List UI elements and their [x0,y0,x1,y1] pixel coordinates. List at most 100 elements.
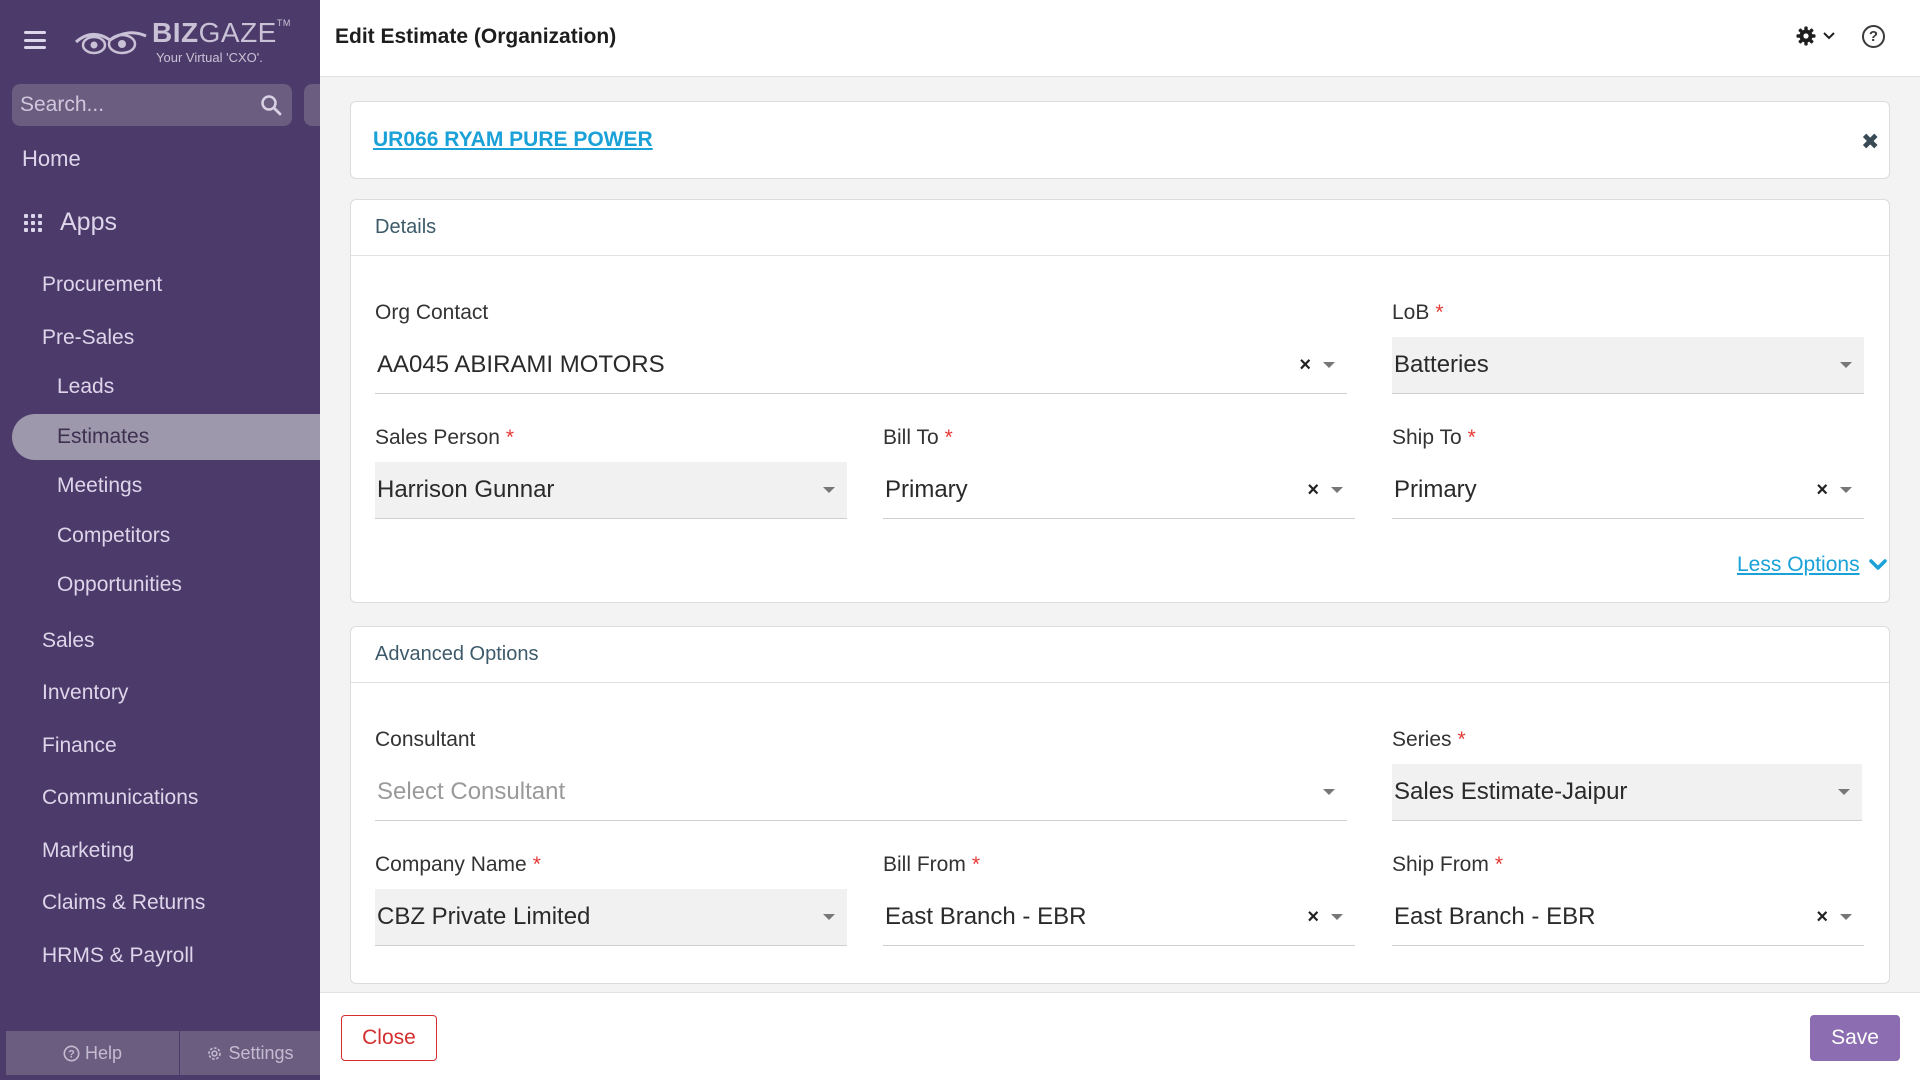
main-panel: Edit Estimate (Organization) ? UR066 RYA… [320,0,1920,1080]
chevron-down-icon [1823,32,1835,40]
sidebar-help-button[interactable]: ? Help [6,1031,180,1075]
caret-down-icon [1323,789,1335,795]
clear-icon[interactable]: × [1299,355,1311,375]
org-contact-select[interactable]: AA045 ABIRAMI MOTORS × [375,337,1347,394]
logo-text: BIZGAZETM Your Virtual 'CXO'. [152,16,291,65]
hamburger-menu-icon[interactable] [24,31,46,49]
sidebar-item-competitors[interactable]: Competitors [57,524,170,548]
sidebar-item-hrms-payroll[interactable]: HRMS & Payroll [42,944,194,968]
ship-from-value: East Branch - EBR [1394,903,1596,930]
sidebar-item-opportunities[interactable]: Opportunities [57,573,182,597]
help-icon[interactable]: ? [1862,25,1885,48]
caret-down-icon [1323,362,1335,368]
required-marker: * [1435,301,1444,324]
bill-from-label: Bill From * [883,853,981,876]
required-marker: * [944,426,953,449]
clear-icon[interactable]: × [1307,907,1319,927]
search-side-button[interactable] [304,84,320,126]
sidebar-item-leads[interactable]: Leads [57,375,114,399]
less-options-label: Less Options [1737,553,1860,576]
series-select[interactable]: Sales Estimate-Jaipur [1392,764,1862,821]
search-input[interactable]: Search... [20,93,260,117]
sidebar-item-estimates[interactable]: Estimates [12,414,320,460]
sidebar-search[interactable]: Search... [12,84,292,126]
sidebar-item-pre-sales[interactable]: Pre-Sales [42,326,134,350]
close-button[interactable]: Close [341,1015,437,1061]
help-circle-icon: ? [63,1045,80,1061]
required-marker: * [532,853,541,876]
bizgaze-logo[interactable]: BIZGAZETM Your Virtual 'CXO'. [72,16,291,66]
lob-select[interactable]: Batteries [1392,337,1864,394]
org-contact-value: AA045 ABIRAMI MOTORS [377,351,665,378]
company-name-value: CBZ Private Limited [377,903,591,930]
sidebar: BIZGAZETM Your Virtual 'CXO'. Search... … [0,0,320,1080]
sidebar-item-apps-label: Apps [60,208,117,236]
settings-gear-icon [208,1046,222,1060]
clear-icon[interactable]: × [1816,907,1828,927]
sidebar-item-apps[interactable]: Apps [24,208,117,237]
ship-from-label: Ship From * [1392,853,1504,876]
clear-icon[interactable]: × [1816,480,1828,500]
bill-to-value: Primary [885,476,968,503]
sidebar-footer: ? Help Settings [6,1031,320,1075]
sidebar-item-claims-returns[interactable]: Claims & Returns [42,891,205,915]
required-marker: * [1494,853,1504,876]
required-marker: * [1467,426,1476,449]
sidebar-item-estimates-label: Estimates [57,425,150,448]
caret-down-icon [1840,362,1852,368]
save-button[interactable]: Save [1810,1015,1900,1061]
search-icon[interactable] [260,94,282,116]
sidebar-header: BIZGAZETM Your Virtual 'CXO'. [0,0,320,78]
organization-card: UR066 RYAM PURE POWER ✖ [350,101,1890,179]
caret-down-icon [1840,914,1852,920]
series-value: Sales Estimate-Jaipur [1394,778,1628,805]
page-settings-dropdown[interactable] [1796,26,1836,46]
clear-icon[interactable]: × [1307,480,1319,500]
bill-to-select[interactable]: Primary × [883,462,1355,519]
page-header: Edit Estimate (Organization) ? [320,0,1920,77]
caret-down-icon [1331,914,1343,920]
apps-grid-icon [24,213,42,232]
logo-trademark: TM [276,17,291,28]
details-section: Details Org Contact AA045 ABIRAMI MOTORS… [350,199,1890,603]
required-marker: * [1457,728,1466,751]
details-section-title: Details [351,200,1889,256]
company-name-select[interactable]: CBZ Private Limited [375,889,847,946]
series-label: Series * [1392,728,1466,751]
caret-down-icon [823,914,835,920]
required-marker: * [971,853,981,876]
sidebar-item-inventory[interactable]: Inventory [42,681,128,705]
caret-down-icon [1840,487,1852,493]
sidebar-item-marketing[interactable]: Marketing [42,839,134,863]
close-icon[interactable]: ✖ [1861,131,1879,153]
bill-from-value: East Branch - EBR [885,903,1087,930]
ship-from-select[interactable]: East Branch - EBR × [1392,889,1864,946]
sidebar-settings-button[interactable]: Settings [180,1031,320,1075]
sidebar-item-communications[interactable]: Communications [42,786,198,810]
page-title: Edit Estimate (Organization) [335,25,617,48]
logo-tagline: Your Virtual 'CXO'. [156,49,263,65]
sidebar-item-procurement[interactable]: Procurement [42,273,162,297]
sidebar-settings-label: Settings [228,1042,294,1063]
ship-to-select[interactable]: Primary × [1392,462,1864,519]
consultant-placeholder: Select Consultant [377,778,566,805]
sidebar-item-sales[interactable]: Sales [42,629,95,653]
advanced-options-title: Advanced Options [351,627,1889,683]
organization-link[interactable]: UR066 RYAM PURE POWER [373,128,653,152]
bill-to-label: Bill To * [883,426,953,449]
sales-person-select[interactable]: Harrison Gunnar [375,462,847,519]
logo-name-light: GAZE [198,16,277,48]
less-options-toggle[interactable]: Less Options [1737,553,1888,577]
chevron-down-icon [1868,559,1887,570]
caret-down-icon [823,487,835,493]
sidebar-help-label: Help [84,1042,123,1063]
lob-label: LoB * [1392,301,1444,324]
ship-to-label: Ship To * [1392,426,1476,449]
sidebar-item-finance[interactable]: Finance [42,734,117,758]
bill-from-select[interactable]: East Branch - EBR × [883,889,1355,946]
sidebar-item-meetings[interactable]: Meetings [57,474,142,498]
consultant-select[interactable]: Select Consultant [375,764,1347,821]
sidebar-item-home[interactable]: Home [22,146,81,172]
caret-down-icon [1331,487,1343,493]
ship-to-value: Primary [1394,476,1477,503]
